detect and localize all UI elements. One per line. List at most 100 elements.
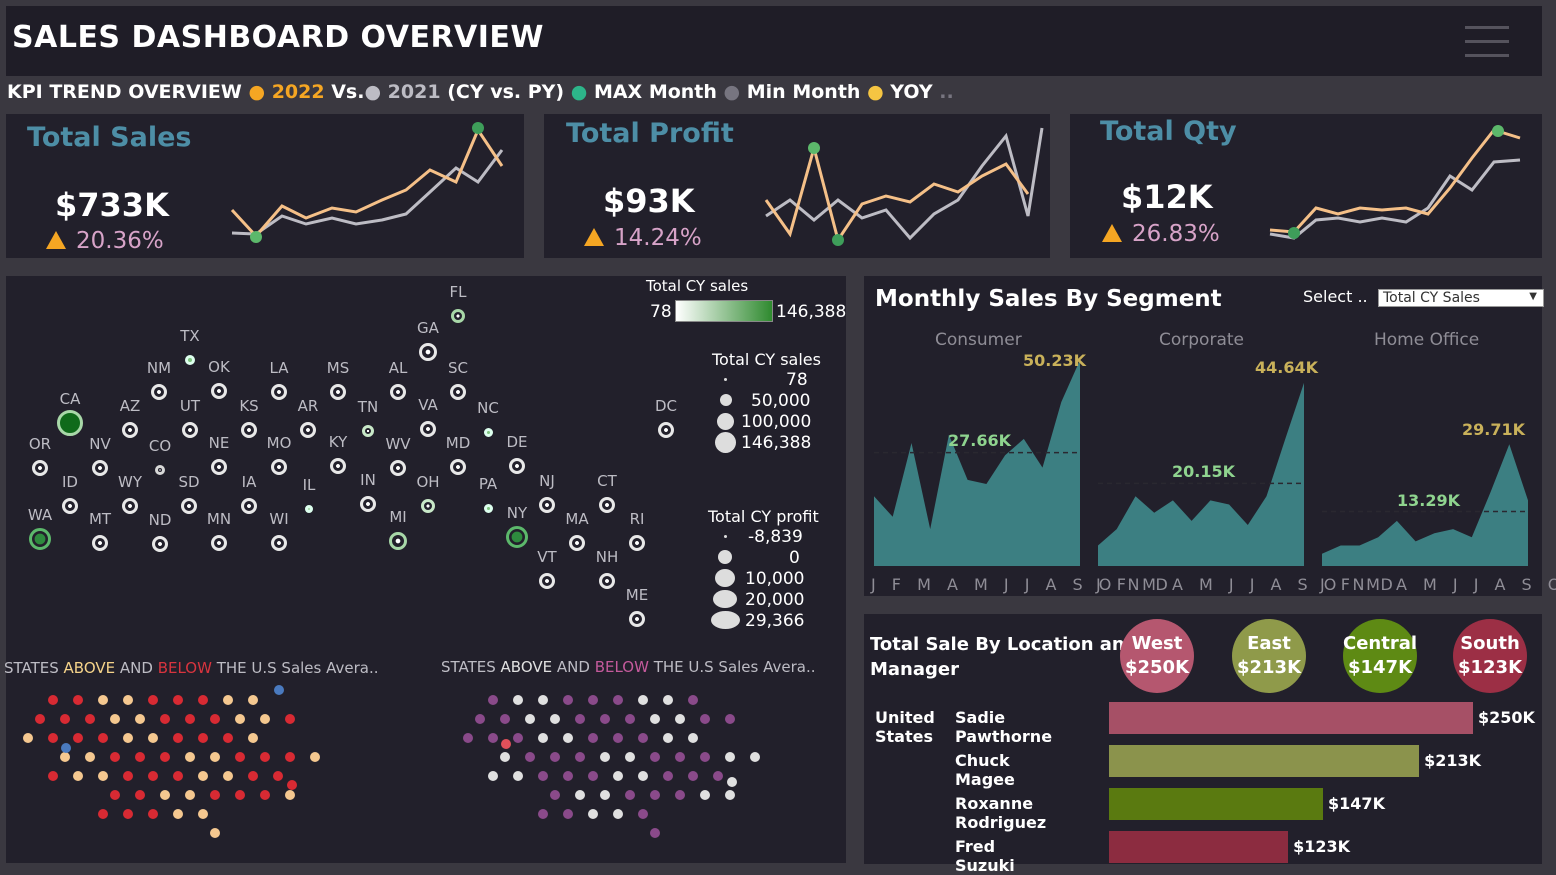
manager-name: Sadie Pawthorne [955, 708, 1053, 746]
state-marker[interactable] [122, 422, 138, 438]
state-marker[interactable] [599, 497, 615, 513]
state-marker[interactable] [300, 422, 316, 438]
state-marker[interactable] [181, 498, 197, 514]
state-dot [210, 790, 220, 800]
region-south[interactable]: South $123K [1453, 619, 1527, 693]
state-marker[interactable] [451, 309, 465, 323]
state-marker[interactable] [57, 410, 83, 436]
state-dot [663, 733, 673, 743]
state-marker[interactable] [29, 528, 51, 550]
state-dot [185, 714, 195, 724]
state-dot [638, 771, 648, 781]
state-marker[interactable] [390, 460, 406, 476]
state-marker[interactable] [421, 499, 435, 513]
state-marker[interactable] [271, 459, 287, 475]
state-dot [223, 771, 233, 781]
location-title: Total Sale By Location and Manager [870, 634, 1138, 680]
state-label: GA [417, 319, 439, 337]
state-marker[interactable] [211, 535, 227, 551]
state-label: OR [28, 435, 52, 453]
state-marker[interactable] [185, 355, 195, 365]
state-dot [73, 733, 83, 743]
state-dot [123, 695, 133, 705]
legend-sales-min: 78 [650, 302, 672, 322]
state-marker[interactable] [506, 526, 528, 548]
select-label: Select .. [1303, 287, 1368, 306]
state-marker[interactable] [658, 422, 674, 438]
chevron-down-icon: ▼ [1529, 291, 1537, 302]
state-marker[interactable] [32, 460, 48, 476]
state-marker[interactable] [419, 343, 437, 361]
state-marker[interactable] [305, 505, 313, 513]
state-marker[interactable] [211, 383, 227, 399]
state-dot [173, 771, 183, 781]
state-dot [550, 752, 560, 762]
state-dot [650, 828, 660, 838]
state-marker[interactable] [420, 421, 436, 437]
state-dot [210, 828, 220, 838]
state-marker[interactable] [629, 611, 645, 627]
state-dot [575, 714, 585, 724]
state-marker[interactable] [330, 384, 346, 400]
state-label: NY [506, 504, 528, 522]
state-marker[interactable] [450, 459, 466, 475]
state-label: MT [88, 510, 112, 528]
state-marker[interactable] [360, 496, 376, 512]
region-east[interactable]: East $213K [1232, 619, 1306, 693]
state-label: CT [597, 472, 617, 490]
state-marker[interactable] [539, 497, 555, 513]
region-central[interactable]: Central $147K [1343, 619, 1417, 693]
state-marker[interactable] [509, 458, 525, 474]
state-marker[interactable] [483, 427, 493, 437]
state-marker[interactable] [241, 422, 257, 438]
state-marker[interactable] [152, 536, 168, 552]
manager-bar[interactable] [1109, 745, 1420, 777]
state-label: IL [302, 476, 316, 494]
state-dot [235, 752, 245, 762]
region-west[interactable]: West $250K [1120, 619, 1194, 693]
measure-select[interactable]: Total CY Sales ▼ [1378, 289, 1544, 307]
state-dot [173, 695, 183, 705]
manager-bar[interactable] [1109, 831, 1289, 863]
state-marker[interactable] [599, 573, 615, 589]
state-marker[interactable] [241, 498, 257, 514]
state-marker[interactable] [122, 498, 138, 514]
state-marker[interactable] [483, 503, 493, 513]
state-marker[interactable] [182, 422, 198, 438]
subtitle-yoy: YOY [890, 81, 933, 103]
state-marker[interactable] [629, 535, 645, 551]
menu-icon[interactable] [1465, 26, 1509, 58]
manager-bar[interactable] [1109, 788, 1324, 820]
manager-name: Roxanne Rodriguez [955, 794, 1047, 832]
manager-name: Fred Suzuki [955, 837, 1015, 875]
state-marker[interactable] [389, 532, 407, 550]
state-marker[interactable] [62, 498, 78, 514]
subtitle-more: .. [939, 81, 954, 103]
state-marker[interactable] [569, 535, 585, 551]
state-marker[interactable] [211, 459, 227, 475]
state-marker[interactable] [450, 384, 466, 400]
segment-label: Home Office [1374, 330, 1480, 350]
manager-bar[interactable] [1109, 702, 1473, 734]
state-marker[interactable] [271, 384, 287, 400]
state-label: DC [654, 397, 678, 415]
state-dot [123, 809, 133, 819]
state-marker[interactable] [330, 458, 346, 474]
state-marker[interactable] [362, 425, 374, 437]
state-label: TX [180, 327, 200, 345]
state-marker[interactable] [390, 384, 406, 400]
legend-item: -8,839 [748, 527, 803, 547]
state-marker[interactable] [151, 384, 167, 400]
avg-label: 13.29K [1397, 491, 1461, 510]
state-dot [210, 714, 220, 724]
state-dot [638, 695, 648, 705]
state-dot [287, 780, 297, 790]
state-dot [675, 714, 685, 724]
state-marker[interactable] [92, 460, 108, 476]
state-dot [575, 752, 585, 762]
state-marker[interactable] [155, 465, 165, 475]
state-marker[interactable] [271, 535, 287, 551]
state-marker[interactable] [539, 573, 555, 589]
state-dot [248, 695, 258, 705]
state-marker[interactable] [92, 535, 108, 551]
